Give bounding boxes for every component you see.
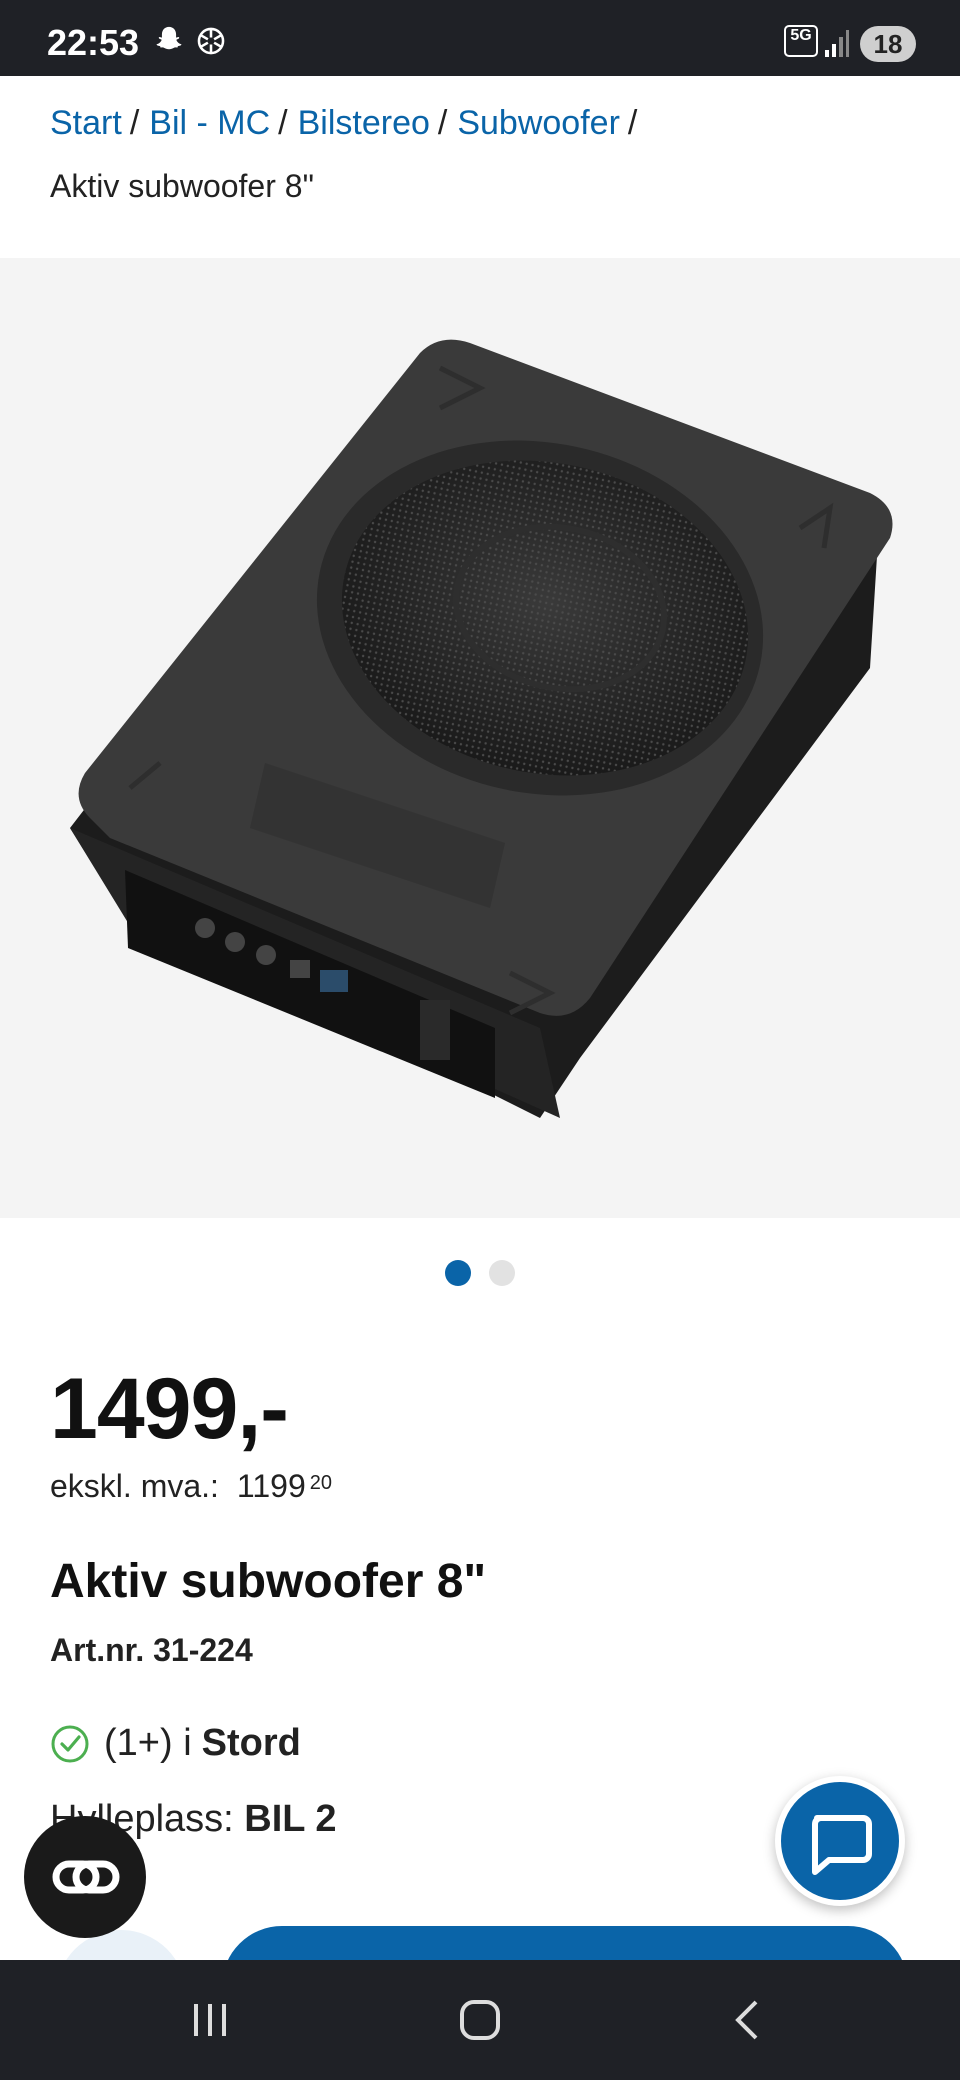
breadcrumb-separator: /: [627, 104, 638, 142]
carousel-dot-1[interactable]: [445, 1260, 471, 1286]
breadcrumb-separator: /: [278, 104, 288, 142]
shelf-value: BIL 2: [244, 1798, 337, 1840]
breadcrumb-start[interactable]: Start: [50, 104, 122, 142]
ex-vat-label: ekskl. mva.:: [50, 1468, 219, 1504]
carousel-dots: [0, 1260, 960, 1288]
stock-status[interactable]: (1+) i Stord: [50, 1722, 301, 1765]
status-bar: 22:53 5G 18: [0, 0, 960, 76]
link-icon: [52, 1860, 120, 1894]
back-icon[interactable]: [716, 1988, 780, 2052]
breadcrumb-bilstereo[interactable]: Bilstereo: [298, 104, 430, 142]
stock-store[interactable]: Stord: [202, 1722, 301, 1765]
product-title: Aktiv subwoofer 8": [50, 1555, 487, 1608]
ex-vat-cents: 20: [309, 1472, 332, 1494]
recent-apps-icon[interactable]: [178, 1988, 242, 2052]
check-circle-icon: [51, 1725, 89, 1762]
product-price: 1499,-: [50, 1361, 289, 1457]
carousel-dot-2[interactable]: [489, 1260, 515, 1286]
product-image-gallery[interactable]: [0, 258, 960, 1218]
ex-vat-amount: 1199: [236, 1468, 306, 1504]
breadcrumb-subwoofer[interactable]: Subwoofer: [457, 104, 620, 142]
network-badge: 5G: [784, 25, 818, 57]
snapchat-icon: [152, 24, 186, 63]
breadcrumb: Start / Bil - MC / Bilstereo / Subwoofer /: [50, 104, 647, 143]
home-icon[interactable]: [448, 1988, 512, 2052]
breadcrumb-separator: /: [437, 104, 448, 142]
breadcrumb-separator: /: [129, 104, 140, 142]
battery-indicator: 18: [860, 26, 916, 62]
openai-icon: [194, 24, 228, 63]
price-ex-vat: ekskl. mva.: 1199 20: [50, 1468, 332, 1505]
stock-count: (1+) i: [104, 1722, 192, 1764]
chat-button[interactable]: [775, 1776, 905, 1906]
breadcrumb-bil-mc[interactable]: Bil - MC: [149, 104, 270, 142]
accessibility-button[interactable]: [24, 1816, 146, 1938]
article-number: Art.nr. 31-224: [50, 1632, 253, 1668]
system-nav-bar: [0, 1960, 960, 2080]
chat-icon: [812, 1815, 872, 1875]
breadcrumb-current: Aktiv subwoofer 8": [50, 168, 314, 204]
signal-icon: [824, 28, 850, 63]
subwoofer-product-image: [70, 339, 893, 1118]
status-time: 22:53: [47, 22, 140, 63]
